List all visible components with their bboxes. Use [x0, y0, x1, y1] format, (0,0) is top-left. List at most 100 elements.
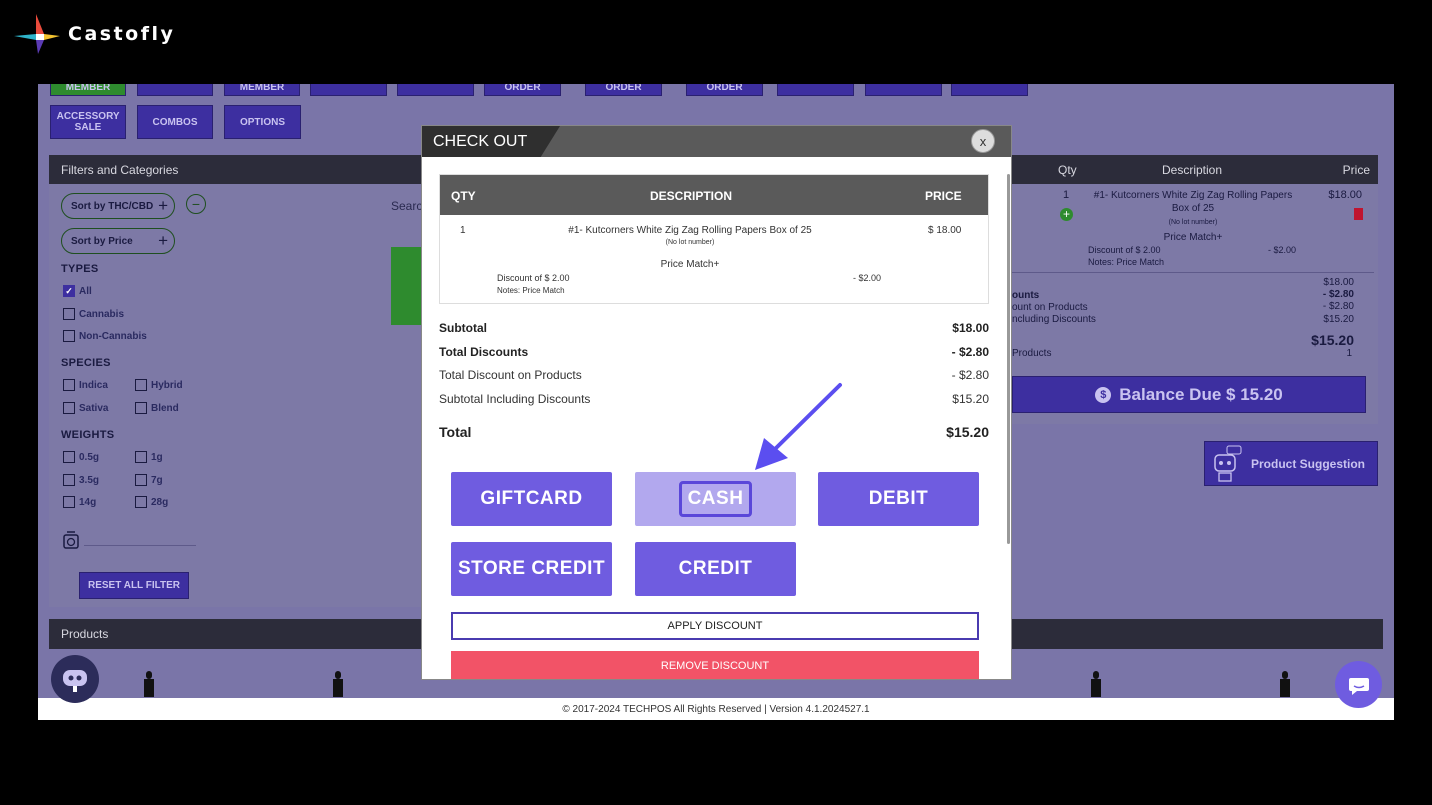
- toolbar-label: OPTIONS: [239, 116, 285, 128]
- apply-discount-button[interactable]: APPLY DISCOUNT: [451, 612, 979, 640]
- dollar-icon: $: [1095, 386, 1112, 403]
- remove-discount-button[interactable]: REMOVE DISCOUNT: [451, 651, 979, 679]
- checkbox-box: [63, 379, 75, 391]
- summary-label: Total Discounts: [439, 345, 529, 359]
- modal-scrollbar[interactable]: [1007, 174, 1010, 544]
- checkout-title: CHECK OUT: [422, 126, 560, 157]
- product-bottle-icon[interactable]: [142, 671, 156, 697]
- product-bottle-icon[interactable]: [331, 671, 345, 697]
- checkbox-box: [135, 402, 147, 414]
- summary-value: $18.00: [952, 321, 989, 335]
- species-hybrid-checkbox[interactable]: Hybrid: [135, 379, 183, 391]
- type-all-checkbox[interactable]: ✓ All: [63, 285, 92, 297]
- store-credit-button[interactable]: STORE CREDIT: [451, 542, 612, 596]
- toolbar-member-button[interactable]: MEMBER: [50, 84, 126, 96]
- toolbar-order-button-3[interactable]: ORDER: [686, 84, 763, 96]
- price-header: PRICE: [925, 189, 962, 203]
- options-button[interactable]: OPTIONS: [224, 105, 301, 139]
- summary-total-discounts-row: Total Discounts - $2.80: [439, 345, 989, 359]
- product-bottle-icon[interactable]: [1278, 671, 1292, 697]
- toolbar-order-button-2[interactable]: ORDER: [585, 84, 662, 96]
- assistant-bot-button[interactable]: [51, 655, 99, 703]
- cart-item-description: #1- Kutcorners White Zig Zag Rolling Pap…: [1093, 190, 1293, 214]
- cart-item-lot: (No lot number): [1168, 219, 1218, 226]
- line-description: #1- Kutcorners White Zig Zag Rolling Pap…: [568, 225, 812, 236]
- total-value: $15.20: [946, 424, 989, 440]
- weight-7g-checkbox[interactable]: 7g: [135, 474, 163, 486]
- checkbox-box: [63, 451, 75, 463]
- species-sativa-checkbox[interactable]: Sativa: [63, 402, 108, 414]
- reset-all-filter-button[interactable]: RESET ALL FILTER: [79, 572, 189, 599]
- cart-summary-including-label: ncluding Discounts: [1012, 314, 1096, 325]
- toolbar-member-button-2[interactable]: MEMBER: [224, 84, 300, 96]
- toolbar-button[interactable]: [397, 84, 474, 96]
- weight-05g-checkbox[interactable]: 0.5g: [63, 451, 99, 463]
- checkbox-label: Cannabis: [79, 308, 125, 320]
- reset-label: RESET ALL FILTER: [87, 580, 181, 591]
- chat-button[interactable]: [1335, 661, 1382, 708]
- checkbox-label: 0.5g: [79, 451, 100, 463]
- checkbox-label: Sativa: [79, 402, 109, 414]
- cash-button[interactable]: CASH: [635, 472, 796, 526]
- giftcard-button[interactable]: GIFTCARD: [451, 472, 612, 526]
- sort-price-button[interactable]: Sort by Price +: [61, 228, 175, 254]
- description-header: DESCRIPTION: [650, 189, 733, 203]
- cart-summary-on-products: - $2.80: [1322, 301, 1354, 312]
- toolbar-label: MEMBER: [239, 84, 285, 93]
- type-cannabis-checkbox[interactable]: Cannabis: [63, 308, 124, 320]
- cart-summary-including: $15.20: [1323, 314, 1354, 325]
- toolbar-label: MEMBER: [65, 84, 111, 93]
- weight-28g-checkbox[interactable]: 28g: [135, 496, 168, 508]
- toolbar-button[interactable]: [865, 84, 942, 96]
- toolbar-button[interactable]: [310, 84, 387, 96]
- summary-total-row: Total $15.20: [439, 424, 989, 440]
- summary-label: Subtotal Including Discounts: [439, 392, 591, 406]
- checkbox-box: [135, 496, 147, 508]
- cart-summary-subtotal: $18.00: [1323, 277, 1354, 288]
- minus-icon[interactable]: −: [186, 194, 206, 214]
- combos-button[interactable]: COMBOS: [137, 105, 213, 139]
- summary-value: - $2.80: [951, 345, 989, 359]
- robot-icon: [1214, 445, 1242, 482]
- close-icon: x: [979, 133, 987, 149]
- products-title: Products: [61, 627, 109, 641]
- castofly-logo: Castofly: [14, 14, 175, 54]
- credit-button[interactable]: CREDIT: [635, 542, 796, 596]
- checkbox-label: Indica: [79, 379, 108, 391]
- filters-header: Filters and Categories: [49, 155, 421, 184]
- checkbox-label: Non-Cannabis: [79, 330, 147, 342]
- debit-button[interactable]: DEBIT: [818, 472, 979, 526]
- type-noncannabis-checkbox[interactable]: Non-Cannabis: [63, 330, 147, 342]
- close-button[interactable]: x: [971, 129, 995, 153]
- green-tile[interactable]: [391, 247, 421, 325]
- annotation-arrow-icon: [755, 383, 842, 470]
- line-notes: Notes: Price Match: [497, 286, 565, 295]
- remove-discount-label: REMOVE DISCOUNT: [660, 660, 770, 672]
- weight-35g-checkbox[interactable]: 3.5g: [63, 474, 99, 486]
- checkout-table-header: QTY DESCRIPTION PRICE: [440, 175, 988, 215]
- toolbar-button[interactable]: [137, 84, 213, 96]
- product-bottle-icon[interactable]: [1089, 671, 1103, 697]
- apply-discount-label: APPLY DISCOUNT: [667, 620, 763, 632]
- scale-icon[interactable]: [62, 529, 80, 549]
- checkbox-label: Hybrid: [151, 379, 183, 391]
- sort-thc-button[interactable]: Sort by THC/CBD +: [61, 193, 175, 219]
- product-suggestion-button[interactable]: Product Suggestion: [1204, 441, 1378, 486]
- checkbox-box: [63, 474, 75, 486]
- weight-1g-checkbox[interactable]: 1g: [135, 451, 163, 463]
- toolbar-button[interactable]: [777, 84, 854, 96]
- toolbar-order-button[interactable]: ORDER: [484, 84, 561, 96]
- species-indica-checkbox[interactable]: Indica: [63, 379, 108, 391]
- trash-icon[interactable]: [1354, 208, 1363, 220]
- product-suggestion-label: Product Suggestion: [1251, 456, 1365, 471]
- cart-item-price: $18.00: [1328, 189, 1362, 201]
- line-discount: Discount of $ 2.00: [497, 273, 570, 283]
- accessory-sale-button[interactable]: ACCESSORY SALE: [50, 105, 126, 139]
- balance-due-button[interactable]: $ Balance Due $ 15.20: [1012, 376, 1366, 413]
- cart-description-header: Description: [1162, 162, 1223, 177]
- add-icon[interactable]: +: [1060, 208, 1073, 221]
- weight-14g-checkbox[interactable]: 14g: [63, 496, 96, 508]
- footer: © 2017-2024 TECHPOS All Rights Reserved …: [38, 698, 1394, 720]
- toolbar-button[interactable]: [951, 84, 1028, 96]
- species-blend-checkbox[interactable]: Blend: [135, 402, 179, 414]
